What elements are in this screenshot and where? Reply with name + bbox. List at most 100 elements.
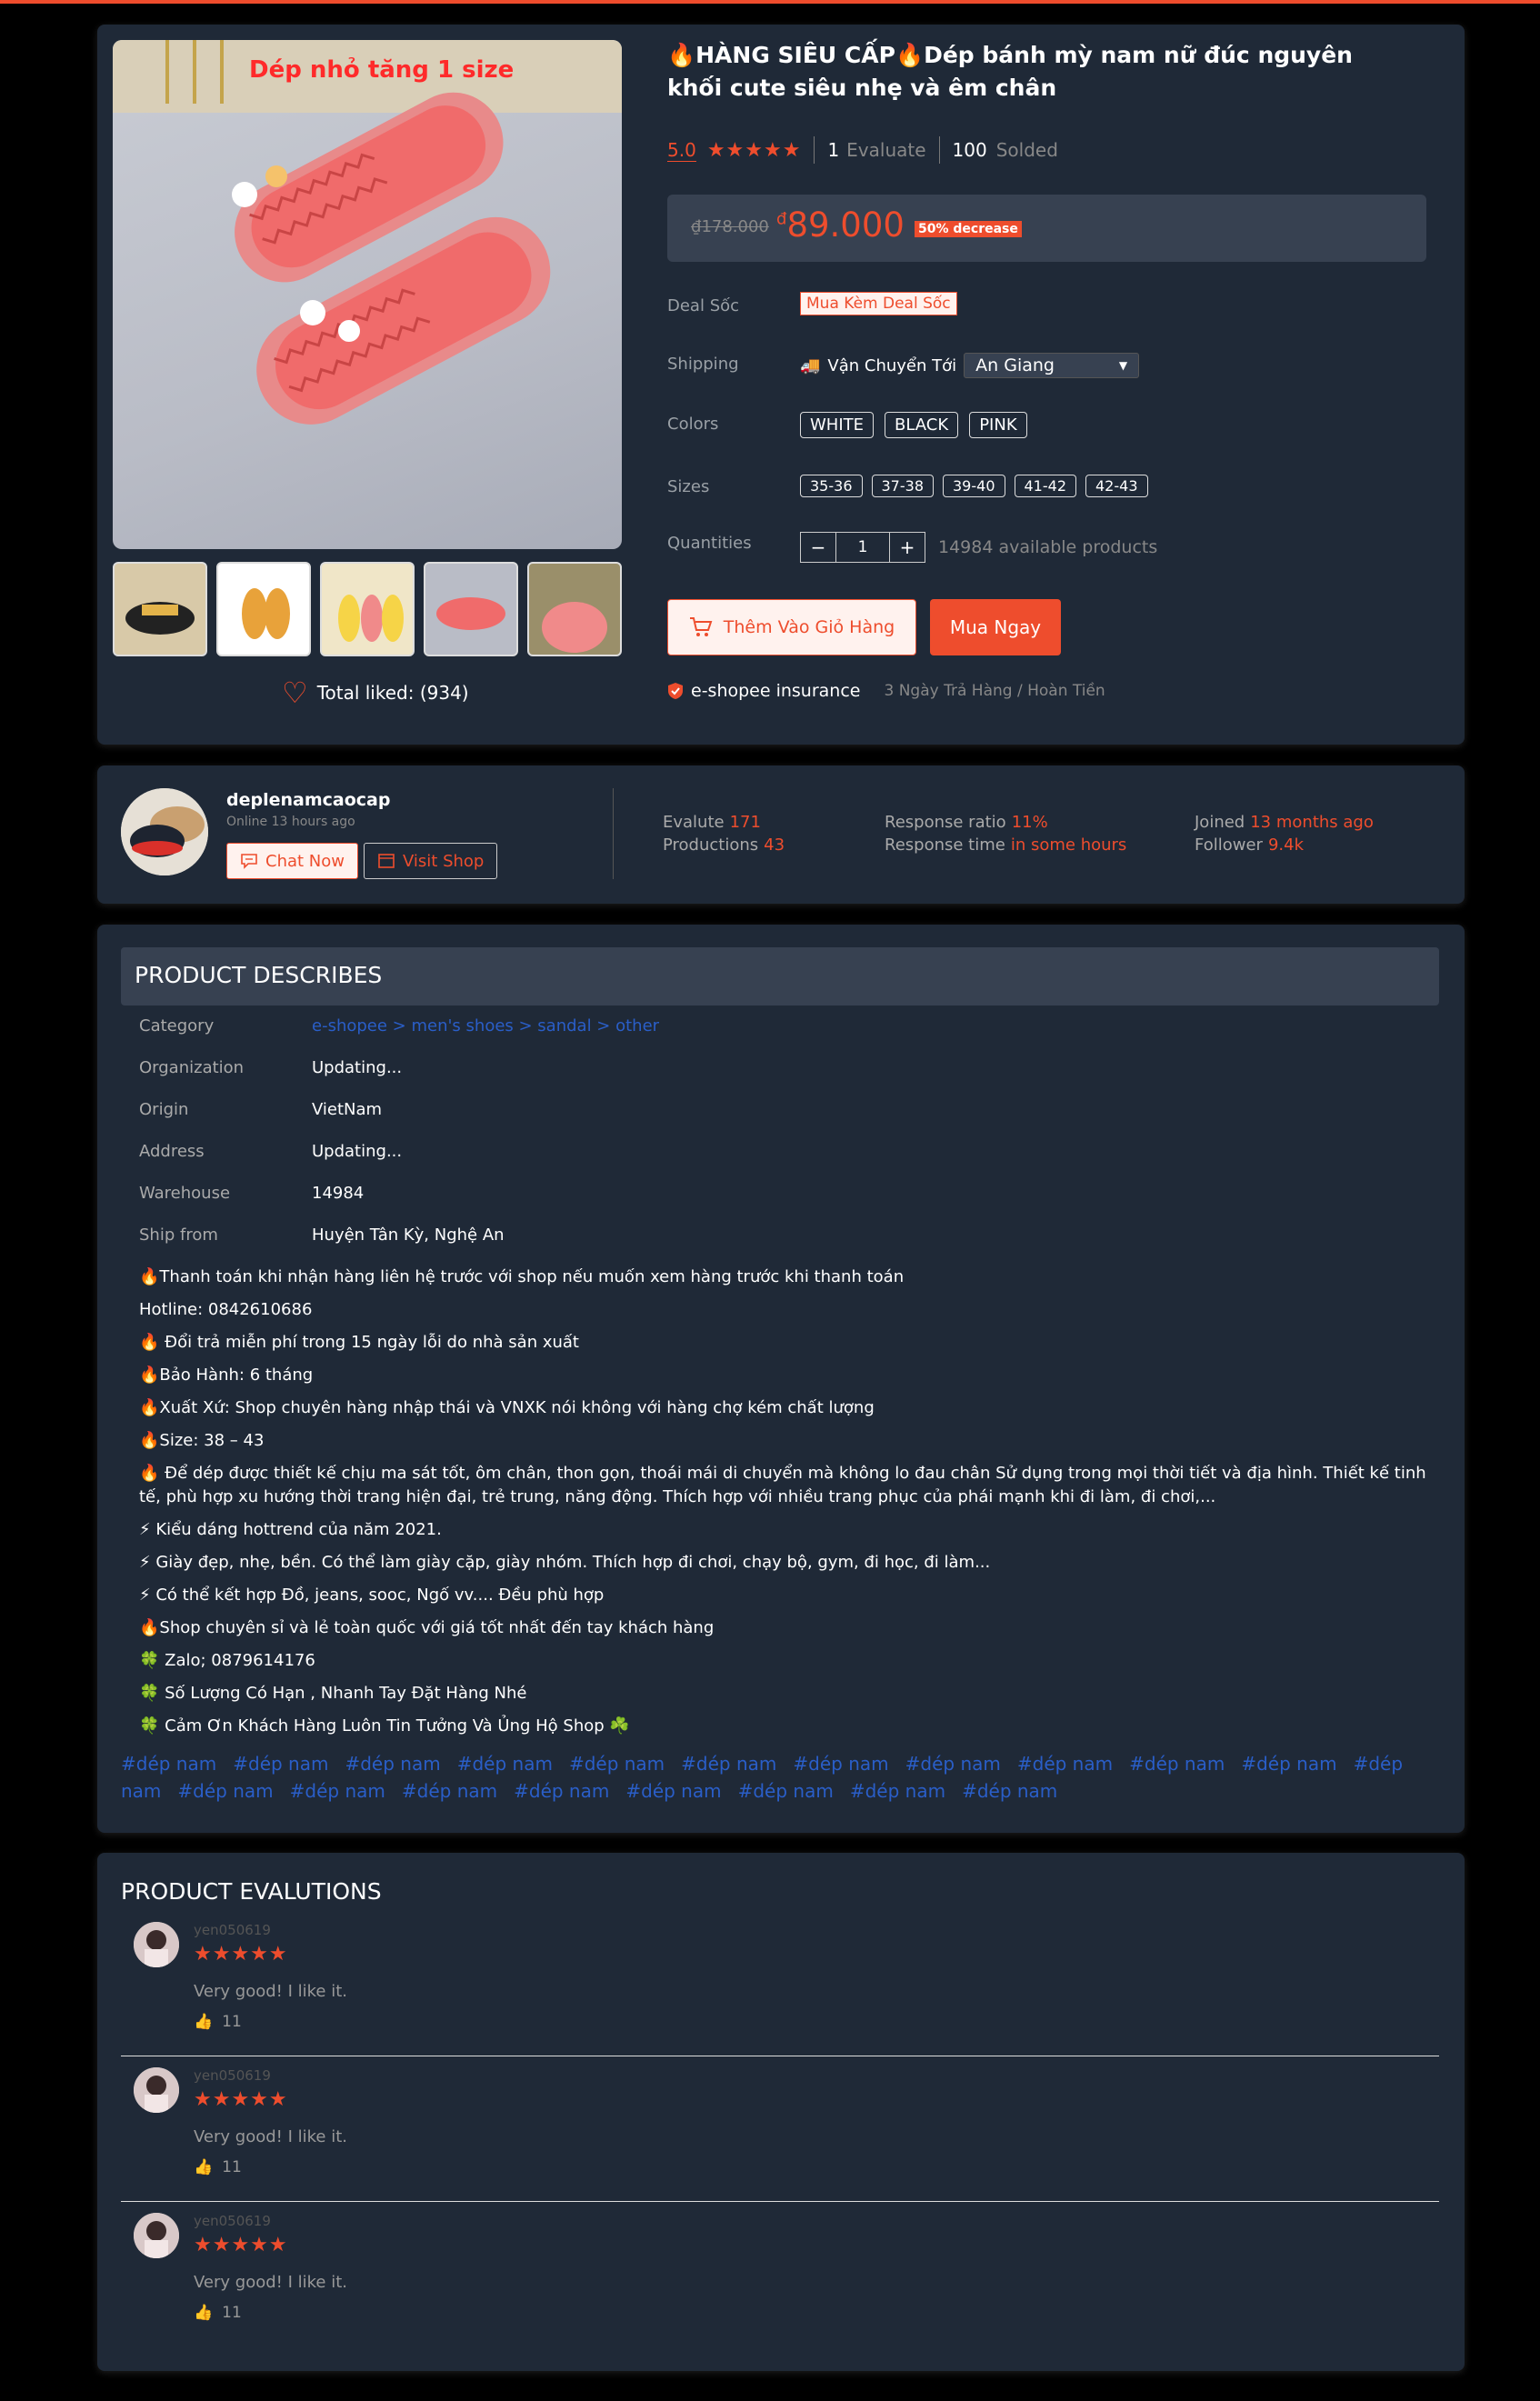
size-option[interactable]: 39-40 bbox=[943, 475, 1005, 497]
category-breadcrumb[interactable]: e-shopee > men's shoes > sandal > other bbox=[312, 1016, 659, 1035]
hashtag-link[interactable]: #dép nam bbox=[850, 1780, 945, 1802]
spec-row: Ship from Huyện Tân Kỳ, Nghệ An bbox=[139, 1226, 505, 1245]
description-line: Hotline: 0842610686 bbox=[139, 1300, 313, 1319]
sizes-label: Sizes bbox=[667, 477, 710, 496]
add-to-cart-button[interactable]: Thêm Vào Giỏ Hàng bbox=[667, 599, 916, 655]
description-line: ⚡ Có thể kết hợp Đồ, jeans, sooc, Ngố vv… bbox=[139, 1586, 605, 1605]
chat-now-button[interactable]: Chat Now bbox=[226, 843, 358, 879]
sizes-options: 35-36 37-38 39-40 41-42 42-43 bbox=[800, 475, 1148, 497]
divider bbox=[938, 136, 940, 164]
chat-icon bbox=[241, 854, 257, 869]
stat-productions-label: Productions bbox=[663, 835, 759, 855]
hashtag-link[interactable]: #dép nam bbox=[345, 1753, 440, 1775]
spec-key: Category bbox=[139, 1016, 215, 1035]
product-main-image[interactable]: Dép nhỏ tăng 1 size bbox=[113, 40, 622, 549]
spec-key: Warehouse bbox=[139, 1184, 231, 1203]
hashtag-link[interactable]: #dép nam bbox=[738, 1780, 834, 1802]
hashtag-link[interactable]: #dép nam bbox=[793, 1753, 888, 1775]
insurance-label: e-shopee insurance bbox=[691, 681, 861, 701]
review-like-count: 11 bbox=[222, 2304, 242, 2322]
stat-response-time-label: Response time bbox=[885, 835, 1005, 855]
stat-follower-label: Follower bbox=[1195, 835, 1263, 855]
insurance-row: e-shopee insurance 3 Ngày Trả Hàng / Hoà… bbox=[667, 681, 1105, 701]
shipping-location-value: An Giang bbox=[975, 355, 1055, 375]
thumbnail-4[interactable] bbox=[424, 562, 518, 656]
heart-icon[interactable]: ♡ bbox=[282, 678, 308, 707]
hashtag-link[interactable]: #dép nam bbox=[290, 1780, 385, 1802]
hashtag-link[interactable]: #dép nam bbox=[177, 1780, 273, 1802]
color-option[interactable]: BLACK bbox=[885, 412, 959, 438]
spec-row: Origin VietNam bbox=[139, 1100, 382, 1119]
hashtag-link[interactable]: #dép nam bbox=[625, 1780, 721, 1802]
shipping-location-select[interactable]: An Giang ▼ bbox=[964, 353, 1140, 378]
chat-now-label: Chat Now bbox=[265, 851, 345, 871]
review-username: yen050619 bbox=[194, 2213, 271, 2229]
review-comment: Very good! I like it. bbox=[194, 2127, 347, 2146]
deal-tag[interactable]: Mua Kèm Deal Sốc bbox=[800, 292, 957, 315]
stat-productions: Productions 43 bbox=[663, 835, 785, 855]
increase-button[interactable]: + bbox=[889, 532, 925, 563]
current-price: đ89.000 bbox=[776, 205, 905, 245]
hashtag-link[interactable]: #dép nam bbox=[233, 1753, 328, 1775]
size-option[interactable]: 35-36 bbox=[800, 475, 863, 497]
spec-value: VietNam bbox=[312, 1100, 383, 1119]
hashtag-link[interactable]: #dép nam bbox=[962, 1780, 1057, 1802]
decrease-button[interactable]: − bbox=[800, 532, 836, 563]
chevron-down-icon: ▼ bbox=[1118, 359, 1128, 372]
evaluate-label: Evaluate bbox=[846, 139, 926, 161]
thumbs-up-icon[interactable]: 👍 bbox=[194, 2158, 213, 2176]
visit-shop-button[interactable]: Visit Shop bbox=[364, 843, 498, 879]
thumbs-up-icon[interactable]: 👍 bbox=[194, 2013, 213, 2031]
hashtag-link[interactable]: #dép nam bbox=[121, 1753, 216, 1775]
thumbnail-1[interactable] bbox=[113, 562, 207, 656]
shipping-label: Shipping bbox=[667, 355, 739, 374]
avatar[interactable] bbox=[134, 2067, 179, 2113]
size-option[interactable]: 37-38 bbox=[871, 475, 934, 497]
hashtag-link[interactable]: #dép nam bbox=[681, 1753, 776, 1775]
quantity-input[interactable]: 1 bbox=[836, 532, 889, 563]
total-liked[interactable]: ♡ Total liked: (934) bbox=[282, 678, 469, 707]
review-like-count: 11 bbox=[222, 2158, 242, 2176]
description-line: 🔥Xuất Xứ: Shop chuyên hàng nhập thái và … bbox=[139, 1398, 875, 1417]
hashtag-link[interactable]: #dép nam bbox=[1129, 1753, 1225, 1775]
discount-badge: 50% decrease bbox=[915, 221, 1022, 237]
color-option[interactable]: WHITE bbox=[800, 412, 875, 438]
evaluations-header: PRODUCT EVALUTIONS bbox=[121, 1878, 382, 1905]
stat-evalute-label: Evalute bbox=[663, 813, 725, 832]
top-accent-bar bbox=[0, 0, 1540, 4]
hashtag-link[interactable]: #dép nam bbox=[1241, 1753, 1336, 1775]
avatar[interactable] bbox=[134, 2213, 179, 2258]
hashtag-link[interactable]: #dép nam bbox=[569, 1753, 665, 1775]
shipping-field: 🚚 Vận Chuyển Tới An Giang ▼ bbox=[800, 353, 1140, 378]
spec-value: 14984 bbox=[312, 1184, 365, 1203]
product-card: Dép nhỏ tăng 1 size ♡ Total liked: (934)… bbox=[97, 25, 1465, 745]
rating-stars: ★★★★★ bbox=[706, 138, 802, 162]
spec-key: Address bbox=[139, 1142, 205, 1161]
thumbnail-3[interactable] bbox=[320, 562, 415, 656]
thumbs-up-icon[interactable]: 👍 bbox=[194, 2304, 213, 2322]
hashtag-link[interactable]: #dép nam bbox=[457, 1753, 553, 1775]
hashtag-link[interactable]: #dép nam bbox=[905, 1753, 1001, 1775]
avatar[interactable] bbox=[134, 1922, 179, 1967]
description-line: ⚡ Kiểu dáng hottrend của năm 2021. bbox=[139, 1520, 442, 1539]
description-line: 🍀 Zalo; 0879614176 bbox=[139, 1651, 315, 1670]
evaluate-count: 1 bbox=[827, 139, 840, 161]
hashtag-link[interactable]: #dép nam bbox=[514, 1780, 609, 1802]
price-value: 89.000 bbox=[786, 205, 905, 245]
buy-now-button[interactable]: Mua Ngay bbox=[930, 599, 1061, 655]
hashtag-link[interactable]: #dép nam bbox=[1017, 1753, 1113, 1775]
shop-avatar[interactable] bbox=[121, 788, 208, 875]
thumbnail-5[interactable] bbox=[527, 562, 622, 656]
description-line: 🔥Bảo Hành: 6 tháng bbox=[139, 1366, 314, 1385]
size-option[interactable]: 42-43 bbox=[1085, 475, 1148, 497]
thumbnail-2[interactable] bbox=[216, 562, 311, 656]
description-card: PRODUCT DESCRIBES Category e-shopee > me… bbox=[97, 925, 1465, 1833]
shop-name[interactable]: deplenamcaocap bbox=[226, 790, 390, 810]
size-option[interactable]: 41-42 bbox=[1014, 475, 1076, 497]
hashtag-link[interactable]: #dép nam bbox=[402, 1780, 497, 1802]
color-option[interactable]: PINK bbox=[969, 412, 1027, 438]
spec-value: Updating... bbox=[312, 1058, 403, 1077]
spec-value: Huyện Tân Kỳ, Nghệ An bbox=[312, 1226, 505, 1245]
description-text: 🔥Thanh toán khi nhận hàng liên hệ trước … bbox=[139, 1266, 1439, 1747]
shipping-text: Vận Chuyển Tới bbox=[827, 355, 957, 375]
